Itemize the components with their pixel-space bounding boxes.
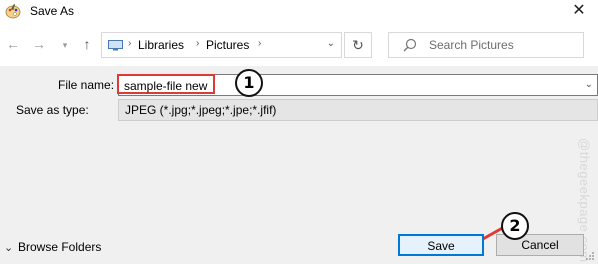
back-arrow-icon[interactable]: ← bbox=[6, 36, 20, 52]
breadcrumb-separator-icon: › bbox=[196, 38, 200, 49]
file-name-label: File name: bbox=[58, 78, 115, 92]
resize-grip-icon[interactable] bbox=[585, 251, 595, 261]
libraries-icon bbox=[108, 40, 123, 51]
breadcrumb-libraries[interactable]: Libraries bbox=[138, 38, 184, 52]
forward-arrow-icon[interactable]: → bbox=[32, 36, 46, 52]
search-placeholder: Search Pictures bbox=[429, 38, 514, 52]
paint-palette-icon bbox=[5, 4, 21, 19]
breadcrumb-separator-icon: › bbox=[128, 38, 132, 49]
breadcrumb-pictures[interactable]: Pictures bbox=[206, 38, 249, 52]
save-as-type-value: JPEG (*.jpg;*.jpeg;*.jpe;*.jfif) bbox=[125, 103, 277, 117]
save-form-area: File name: sample-file new ⌄ Save as typ… bbox=[0, 66, 598, 264]
file-name-value[interactable]: sample-file new bbox=[117, 74, 216, 94]
annotation-badge-2: 2 bbox=[501, 212, 529, 240]
refresh-icon: ↻ bbox=[352, 37, 364, 53]
save-as-type-select[interactable]: JPEG (*.jpg;*.jpeg;*.jpe;*.jfif) bbox=[118, 99, 598, 121]
address-dropdown-icon[interactable]: ⌄ bbox=[327, 38, 335, 49]
navigation-bar: ← → ▾ ↑ › Libraries › Pictures › ⌄ ↻ Sea… bbox=[0, 26, 598, 66]
chevron-down-icon: ⌄ bbox=[4, 242, 14, 254]
save-as-type-label: Save as type: bbox=[16, 103, 89, 117]
up-arrow-icon[interactable]: ↑ bbox=[80, 36, 94, 52]
search-box[interactable]: Search Pictures bbox=[388, 32, 584, 58]
close-icon: ✕ bbox=[572, 2, 586, 19]
title-bar: Save As ✕ bbox=[0, 0, 598, 26]
browse-folders-label: Browse Folders bbox=[18, 240, 102, 254]
address-bar[interactable]: › Libraries › Pictures › ⌄ bbox=[101, 32, 342, 58]
recent-locations-chevron-icon[interactable]: ▾ bbox=[60, 40, 70, 51]
refresh-button[interactable]: ↻ bbox=[344, 32, 372, 58]
breadcrumb-separator-icon: › bbox=[258, 38, 262, 49]
annotation-badge-1: 1 bbox=[235, 69, 263, 97]
browse-folders-toggle[interactable]: ⌄ Browse Folders bbox=[4, 240, 101, 258]
window-title: Save As bbox=[30, 4, 75, 18]
file-name-dropdown-icon[interactable]: ⌄ bbox=[585, 79, 593, 90]
search-icon bbox=[403, 38, 417, 52]
save-button[interactable]: Save bbox=[398, 234, 484, 256]
file-name-field[interactable]: sample-file new ⌄ bbox=[117, 74, 598, 96]
close-button[interactable]: ✕ bbox=[560, 0, 598, 22]
